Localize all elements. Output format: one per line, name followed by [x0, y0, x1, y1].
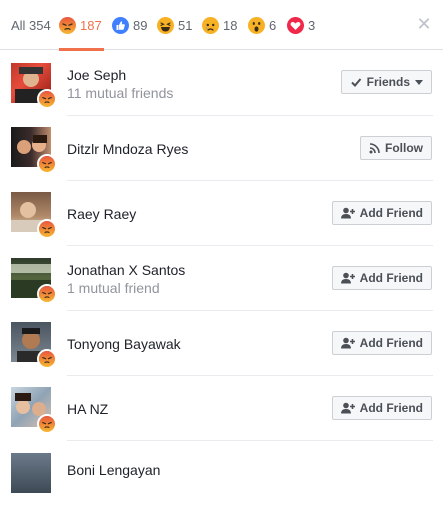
add-friend-button[interactable]: Add Friend: [331, 331, 432, 355]
avatar[interactable]: [11, 453, 51, 493]
list-item: Ditzlr Mndoza Ryes Follow: [0, 116, 443, 181]
add-friend-button-label: Add Friend: [359, 206, 423, 220]
person-name[interactable]: Jonathan X Santos: [67, 262, 185, 278]
list-item: Tonyong Bayawak Add Friend: [0, 311, 443, 376]
tab-haha[interactable]: 51: [157, 0, 192, 50]
tab-sad-count: 18: [223, 17, 238, 33]
chevron-down-icon: [415, 80, 423, 85]
tab-wow[interactable]: 6: [248, 0, 276, 50]
add-friend-button-label: Add Friend: [359, 271, 423, 285]
follow-button-label: Follow: [385, 141, 423, 155]
tab-wow-count: 6: [269, 17, 277, 33]
tab-all[interactable]: All 354: [11, 0, 51, 50]
haha-reaction-icon: [157, 16, 174, 34]
sad-reaction-icon: [202, 16, 219, 34]
tab-like-count: 89: [133, 17, 148, 33]
tab-all-label: All 354: [11, 17, 51, 33]
angry-reaction-icon: [37, 284, 57, 304]
close-icon[interactable]: ✕: [416, 15, 432, 33]
tab-love[interactable]: 3: [287, 0, 315, 50]
add-friend-icon: [340, 402, 355, 414]
list-item: Boni Lengayan: [0, 441, 443, 506]
reaction-tab-bar: All 354 187 89 51 18 6 3 ✕: [0, 0, 443, 51]
tab-angry-count: 187: [80, 17, 102, 33]
friends-button[interactable]: Friends: [340, 70, 432, 94]
add-friend-button[interactable]: Add Friend: [331, 266, 432, 290]
person-name[interactable]: Boni Lengayan: [67, 462, 160, 478]
tab-love-count: 3: [308, 17, 316, 33]
list-item: Joe Seph 11 mutual friends Friends: [0, 51, 443, 116]
tab-sad[interactable]: 18: [202, 0, 237, 50]
mutual-friends: 1 mutual friend: [67, 280, 160, 296]
angry-reaction-icon: [37, 154, 57, 174]
wow-reaction-icon: [248, 16, 265, 34]
add-friend-button[interactable]: Add Friend: [331, 396, 432, 420]
angry-reaction-icon: [37, 349, 57, 369]
person-name[interactable]: Raey Raey: [67, 206, 136, 222]
angry-reaction-icon: [37, 89, 57, 109]
love-reaction-icon: [287, 16, 304, 34]
mutual-friends: 11 mutual friends: [67, 85, 174, 101]
tab-angry[interactable]: 187: [59, 0, 104, 51]
person-name[interactable]: Tonyong Bayawak: [67, 336, 181, 352]
tab-haha-count: 51: [178, 17, 193, 33]
add-friend-icon: [340, 272, 355, 284]
list-item: Raey Raey Add Friend: [0, 181, 443, 246]
rss-icon: [369, 142, 380, 154]
angry-reaction-icon: [37, 219, 57, 239]
person-name[interactable]: Ditzlr Mndoza Ryes: [67, 141, 188, 157]
add-friend-button-label: Add Friend: [359, 401, 423, 415]
list-item: Jonathan X Santos 1 mutual friend Add Fr…: [0, 246, 443, 311]
person-name[interactable]: HA NZ: [67, 401, 108, 417]
add-friend-icon: [340, 337, 355, 349]
friends-button-label: Friends: [366, 75, 410, 89]
tab-like[interactable]: 89: [112, 0, 147, 50]
angry-reaction-icon: [37, 414, 57, 434]
add-friend-icon: [340, 207, 355, 219]
add-friend-button[interactable]: Add Friend: [331, 201, 432, 225]
person-name[interactable]: Joe Seph: [67, 67, 126, 83]
angry-reaction-icon: [59, 16, 76, 34]
follow-button[interactable]: Follow: [360, 136, 432, 160]
add-friend-button-label: Add Friend: [359, 336, 423, 350]
list-item: HA NZ Add Friend: [0, 376, 443, 441]
like-reaction-icon: [112, 16, 129, 34]
checkmark-icon: [350, 76, 362, 88]
